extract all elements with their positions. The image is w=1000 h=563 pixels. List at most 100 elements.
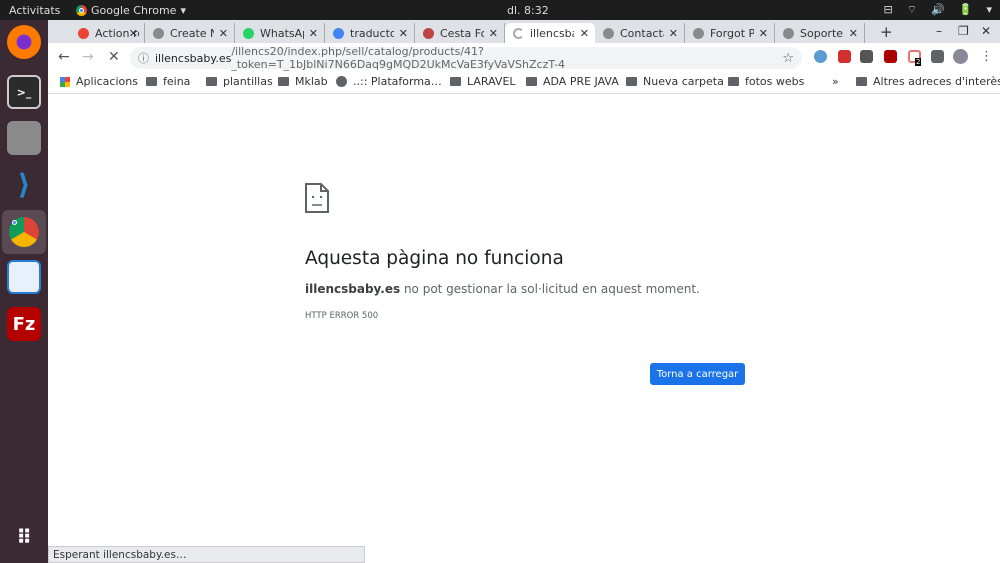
close-tab-icon[interactable]: ✕ — [489, 27, 498, 40]
app-menu[interactable]: Google Chrome ▾ — [76, 4, 186, 17]
folder-icon — [278, 77, 289, 86]
bookmark-item[interactable]: Mklab — [278, 75, 328, 88]
writer-icon[interactable] — [7, 260, 41, 294]
tab[interactable]: Create N ✕ — [145, 23, 235, 43]
wifi-icon[interactable]: ⌔ — [907, 3, 917, 17]
favicon-icon — [423, 27, 434, 39]
chrome-dock-icon[interactable] — [2, 210, 46, 254]
battery-icon[interactable]: 🔋 — [959, 3, 973, 17]
extension-icon[interactable]: 2 — [908, 50, 922, 66]
bookmark-label: ..:: Plataforma… — [353, 75, 442, 88]
bookmark-item[interactable]: plantillas — [206, 75, 273, 88]
close-tab-icon[interactable]: ✕ — [129, 27, 138, 40]
other-bookmarks[interactable]: Altres adreces d'interès — [856, 75, 1000, 88]
folder-icon — [728, 77, 739, 86]
globe-icon — [336, 76, 347, 87]
ublock-icon[interactable] — [884, 50, 897, 63]
back-button[interactable]: ← — [58, 49, 70, 65]
stop-button[interactable]: ✕ — [108, 49, 120, 65]
tab[interactable]: Soporte ✕ — [775, 23, 865, 43]
puzzle-icon[interactable] — [931, 50, 944, 63]
firefox-icon[interactable] — [7, 25, 41, 59]
close-tab-icon[interactable]: ✕ — [759, 27, 768, 40]
folder-icon — [526, 77, 537, 86]
favicon-icon — [333, 27, 344, 39]
tab[interactable]: WhatsAp ✕ — [235, 23, 325, 43]
info-icon[interactable]: ⓘ — [138, 50, 149, 66]
tab[interactable]: Cesta Fo ✕ — [415, 23, 505, 43]
tab[interactable]: illencsba ✕ — [505, 23, 595, 43]
avatar[interactable] — [953, 49, 968, 64]
files-icon[interactable] — [7, 121, 41, 155]
bookmark-item[interactable]: feina — [146, 75, 190, 88]
tab-title: traducto — [350, 26, 394, 40]
bookmark-item[interactable]: Aplicacions — [60, 75, 138, 88]
tab-title: Contacta — [620, 26, 664, 40]
favicon-icon — [243, 27, 254, 39]
chevron-down-icon[interactable]: ▾ — [986, 3, 992, 17]
extension-badge: 2 — [915, 58, 922, 66]
close-tab-icon[interactable]: ✕ — [399, 27, 408, 40]
minimize-button[interactable]: – — [936, 24, 942, 38]
tab[interactable]: traducto ✕ — [325, 23, 415, 43]
terminal-icon[interactable]: >_ — [7, 75, 41, 109]
folder-icon — [146, 77, 157, 86]
keyboard-icon[interactable]: ⊟ — [884, 3, 893, 17]
reload-button[interactable]: Torna a carregar — [650, 363, 745, 385]
bookmark-label: feina — [163, 75, 191, 88]
tab-title: WhatsAp — [260, 26, 304, 40]
tab-title: Forgot P — [710, 26, 754, 40]
bookmark-item[interactable]: fotos webs — [728, 75, 804, 88]
menu-icon[interactable]: ⋮ — [980, 49, 993, 64]
address-bar[interactable]: ⓘ illencsbaby.es/illencs20/index.php/sel… — [130, 45, 802, 71]
new-tab-button[interactable]: + — [880, 23, 893, 41]
bookmark-label: fotos webs — [745, 75, 805, 88]
bookmarks-overflow-button[interactable]: » — [832, 75, 839, 88]
bookmark-item[interactable]: ..:: Plataforma… — [336, 75, 442, 88]
tab[interactable]: Forgot P ✕ — [685, 23, 775, 43]
volume-icon[interactable]: 🔊 — [931, 3, 945, 17]
bookmark-item[interactable]: Nueva carpeta — [626, 75, 724, 88]
error-code: HTTP ERROR 500 — [305, 311, 379, 321]
error-message: illencsbaby.es no pot gestionar la sol·l… — [305, 282, 700, 296]
extension-icon[interactable] — [814, 50, 827, 63]
vscode-icon[interactable]: ⟩ — [7, 167, 41, 201]
favicon-icon — [693, 27, 704, 39]
filezilla-icon[interactable]: Fz — [7, 307, 41, 341]
tab-title: Soporte — [800, 26, 844, 40]
tab[interactable]: Contacta ✕ — [595, 23, 685, 43]
tab-title: Cesta Fo — [440, 26, 484, 40]
tab-title: illencsba — [530, 26, 574, 40]
close-window-button[interactable]: ✕ — [981, 24, 991, 38]
close-tab-icon[interactable]: ✕ — [309, 27, 318, 40]
close-tab-icon[interactable]: ✕ — [669, 27, 678, 40]
maximize-button[interactable]: ❐ — [958, 24, 969, 38]
bookmark-label: ADA PRE JAVA — [543, 75, 619, 88]
activities-button[interactable]: Activitats — [9, 4, 60, 17]
close-tab-icon[interactable]: ✕ — [219, 27, 228, 40]
apps-grid-icon — [60, 76, 70, 87]
extension-icon[interactable] — [860, 50, 873, 63]
close-tab-icon[interactable]: ✕ — [580, 27, 589, 40]
dock: >_ ⟩ Fz ⠿ — [0, 20, 48, 563]
forward-button[interactable]: → — [82, 49, 94, 65]
error-page: Aquesta pàgina no funciona illencsbaby.e… — [48, 95, 1000, 563]
bookmark-label: Mklab — [295, 75, 328, 88]
tab[interactable]: Action re✕ — [70, 23, 145, 43]
favicon-icon — [78, 27, 89, 39]
show-apps-icon[interactable]: ⠿ — [7, 520, 41, 554]
bookmark-star-icon[interactable]: ☆ — [782, 51, 794, 66]
system-tray[interactable]: ⊟ ⌔ 🔊 🔋 ▾ — [884, 3, 993, 17]
bookmark-item[interactable]: ADA PRE JAVA — [526, 75, 619, 88]
seo-extension-icon[interactable] — [838, 50, 851, 63]
bookmark-item[interactable]: LARAVEL — [450, 75, 516, 88]
bookmark-label: plantillas — [223, 75, 273, 88]
favicon-icon — [153, 27, 164, 39]
app-name: Google Chrome — [91, 3, 177, 17]
chrome-icon — [76, 4, 87, 16]
clock[interactable]: dl. 8:32 — [507, 4, 549, 17]
url-path: /illencs20/index.php/sell/catalog/produc… — [231, 45, 566, 71]
close-tab-icon[interactable]: ✕ — [849, 27, 858, 40]
error-title: Aquesta pàgina no funciona — [305, 248, 564, 269]
folder-icon — [206, 77, 217, 86]
